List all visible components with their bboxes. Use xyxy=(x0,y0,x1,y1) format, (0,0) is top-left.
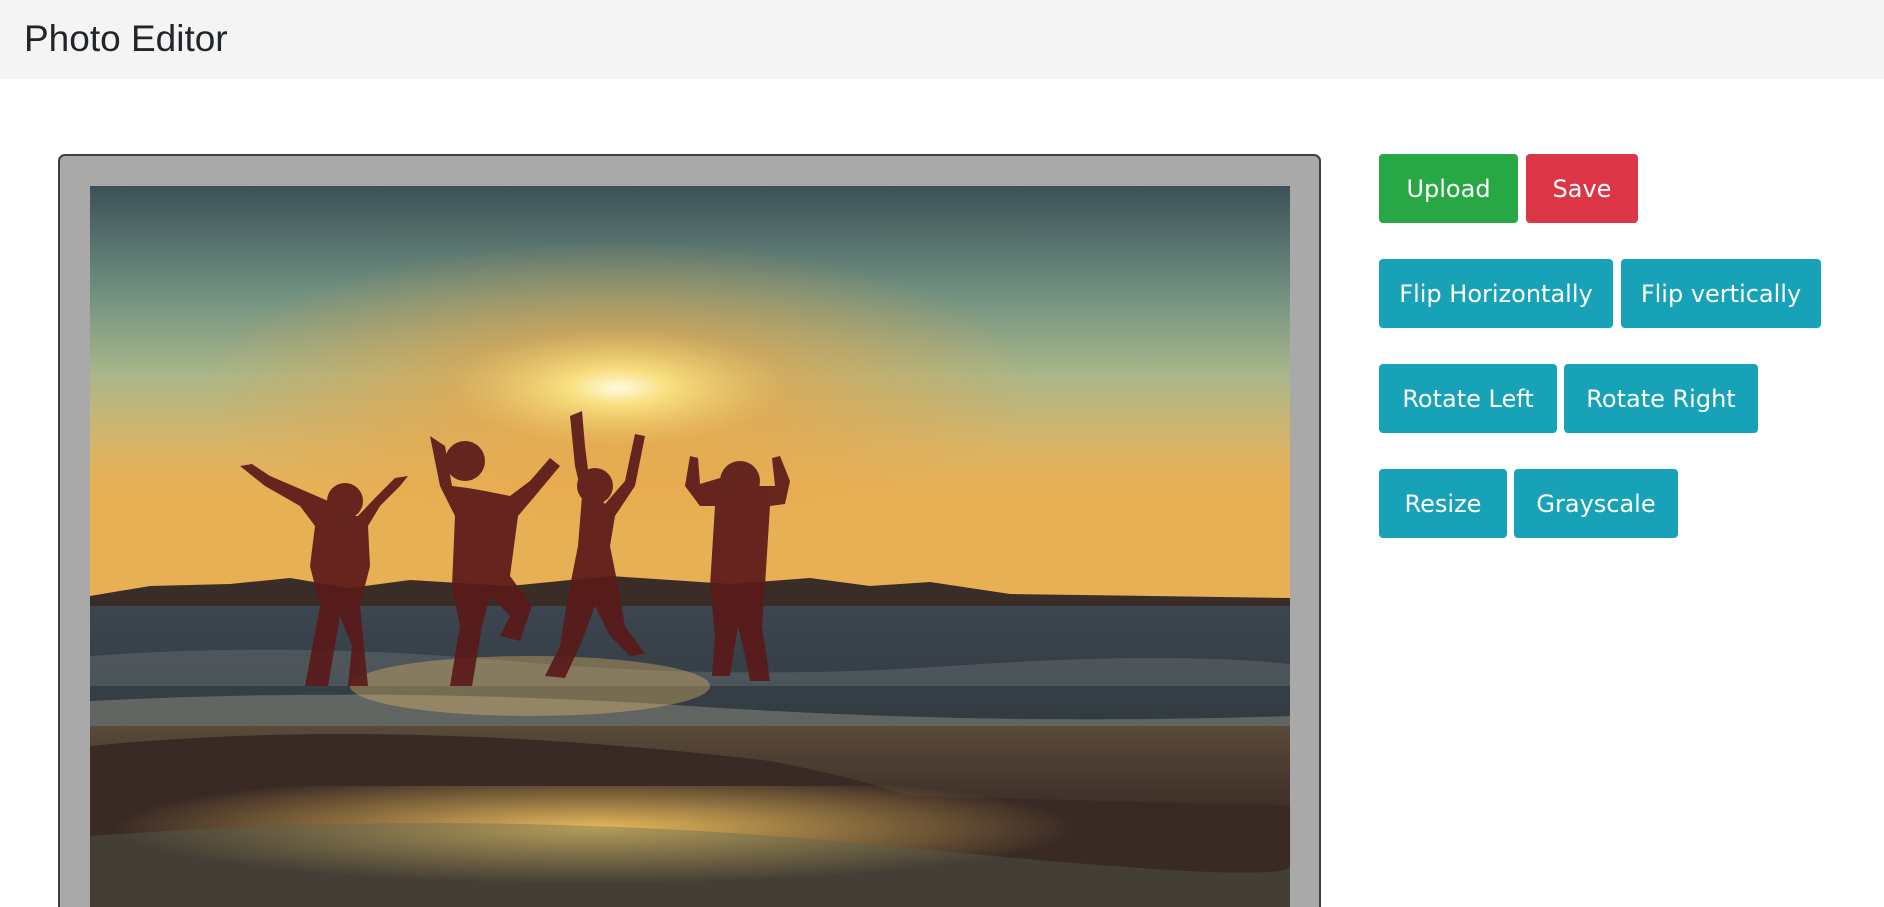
photo-canvas[interactable] xyxy=(90,186,1290,907)
page-title: Photo Editor xyxy=(24,18,228,59)
beach-sunset-photo xyxy=(90,186,1290,907)
image-canvas-frame xyxy=(58,154,1321,907)
flip-vertically-button[interactable]: Flip vertically xyxy=(1621,259,1821,328)
upload-button[interactable]: Upload xyxy=(1379,154,1518,223)
grayscale-button[interactable]: Grayscale xyxy=(1514,469,1678,538)
rotate-left-button[interactable]: Rotate Left xyxy=(1379,364,1557,433)
rotate-right-button[interactable]: Rotate Right xyxy=(1564,364,1758,433)
flip-horizontally-button[interactable]: Flip Horizontally xyxy=(1379,259,1613,328)
app-header: Photo Editor xyxy=(0,0,1884,79)
save-button[interactable]: Save xyxy=(1526,154,1638,223)
resize-button[interactable]: Resize xyxy=(1379,469,1507,538)
